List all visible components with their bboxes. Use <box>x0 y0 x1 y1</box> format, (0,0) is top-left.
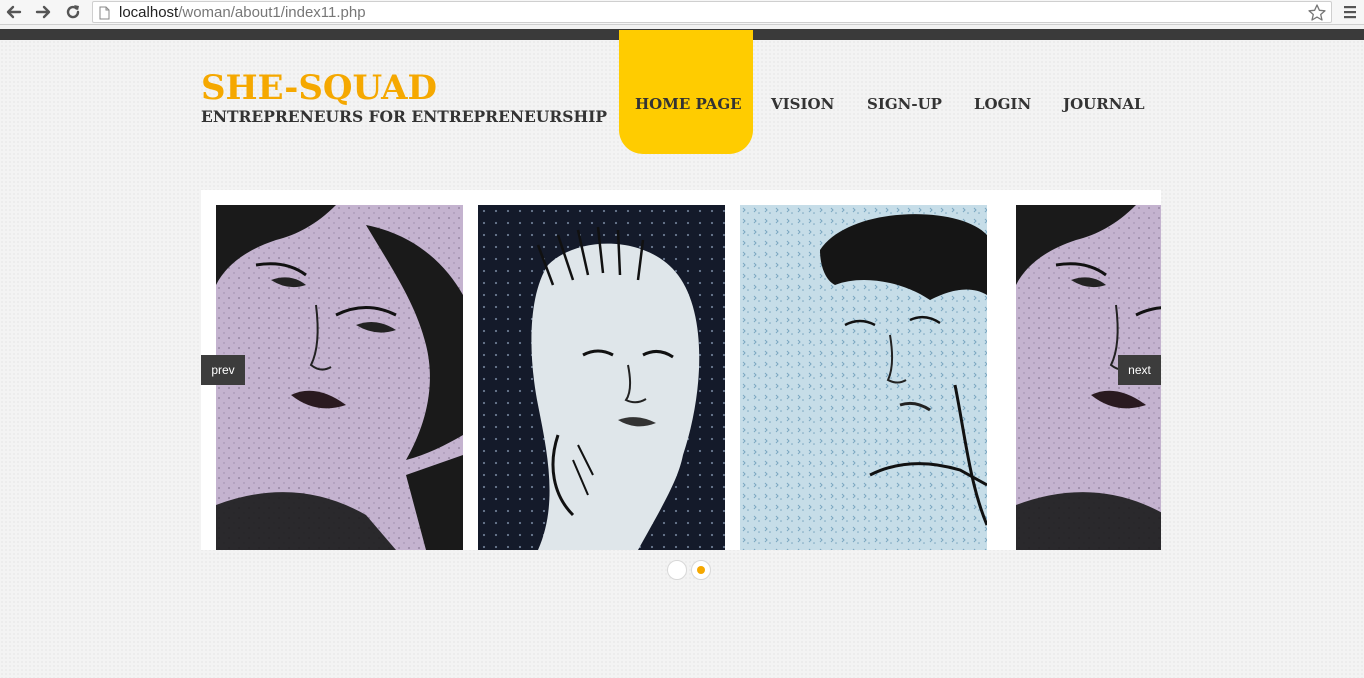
slider-pagination <box>667 560 711 580</box>
image-slider <box>201 190 1161 550</box>
forward-icon[interactable] <box>33 2 53 22</box>
site-title[interactable]: SHE-SQUAD <box>201 68 437 108</box>
page-icon <box>99 6 110 20</box>
slide-image-1 <box>216 205 463 550</box>
browser-toolbar: localhost/woman/about1/index11.php <box>0 0 1364 25</box>
slide-image-3 <box>740 205 987 550</box>
active-dot-indicator <box>697 566 705 574</box>
reload-icon[interactable] <box>63 2 83 22</box>
browser-menu-icon[interactable] <box>1342 3 1358 21</box>
url-text: localhost/woman/about1/index11.php <box>119 4 366 21</box>
url-path: /woman/about1/index11.php <box>178 4 366 21</box>
address-bar[interactable]: localhost/woman/about1/index11.php <box>92 1 1332 23</box>
back-icon[interactable] <box>4 2 24 22</box>
active-nav-tab <box>619 30 753 154</box>
nav-home-page[interactable]: HOME PAGE <box>635 94 742 114</box>
nav-login[interactable]: LOGIN <box>974 94 1031 114</box>
slider-next-button[interactable]: next <box>1118 355 1161 385</box>
nav-journal[interactable]: JOURNAL <box>1063 94 1145 114</box>
site-tagline: ENTREPRENEURS FOR ENTREPRENEURSHIP <box>201 107 608 126</box>
nav-vision[interactable]: VISION <box>771 94 834 114</box>
url-host: localhost <box>119 4 179 21</box>
pagination-dot-2-active[interactable] <box>691 560 711 580</box>
slide-image-2 <box>478 205 725 550</box>
nav-sign-up[interactable]: SIGN-UP <box>867 94 942 114</box>
bookmark-star-icon[interactable] <box>1307 3 1327 23</box>
slider-prev-button[interactable]: prev <box>201 355 245 385</box>
pagination-dot-1[interactable] <box>667 560 687 580</box>
